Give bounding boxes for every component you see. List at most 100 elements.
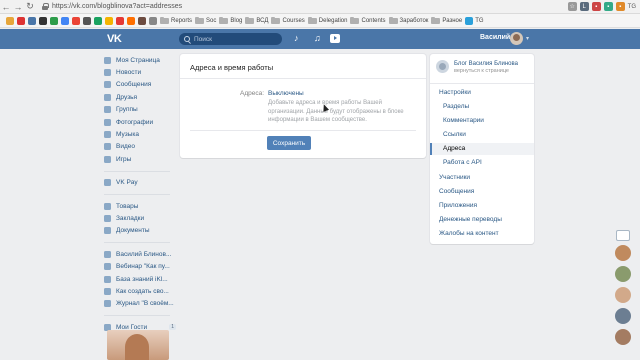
music-icon[interactable]: ♫ (314, 33, 321, 43)
left-sidebar: Моя Страница Новости Сообщения Друзья Гр… (104, 54, 176, 333)
menu-members[interactable]: Участники (439, 174, 470, 181)
chat-icon[interactable] (616, 230, 630, 241)
avatar[interactable] (615, 245, 631, 261)
message-icon (104, 81, 111, 89)
bookmark-icon[interactable] (39, 16, 47, 25)
bookmark-folder[interactable]: ВСД (245, 16, 268, 24)
menu-content-reports[interactable]: Жалобы на контент (439, 230, 499, 237)
menu-apps[interactable]: Приложения (439, 202, 477, 209)
bookmark-folder[interactable]: Reports (160, 16, 192, 24)
bookmark-icon[interactable] (6, 16, 14, 25)
avatar[interactable] (615, 308, 631, 324)
header-username[interactable]: Василий (480, 34, 510, 41)
divider (104, 193, 170, 195)
tg-extension-label[interactable]: TG (628, 4, 636, 10)
vk-logo[interactable]: VK (107, 33, 122, 45)
sidebar-item-photos[interactable]: Фотографии (104, 116, 176, 128)
bookmark-icon[interactable] (83, 16, 91, 25)
bookmark-icon[interactable] (61, 16, 69, 25)
avatar[interactable] (510, 32, 523, 45)
back-to-page-link[interactable]: вернуться к странице (454, 68, 518, 75)
menu-messages[interactable]: Сообщения (439, 188, 474, 195)
community-name[interactable]: Блог Василия Блинова (454, 60, 518, 68)
save-button[interactable]: Сохранить (267, 136, 311, 150)
sidebar-item-messages[interactable]: Сообщения (104, 79, 176, 91)
bookmark-icon[interactable] (28, 16, 36, 25)
star-icon[interactable]: ☆ (567, 2, 577, 11)
guest-photo[interactable] (107, 330, 169, 360)
groups-icon (104, 106, 111, 114)
chat-sidebar (612, 230, 634, 350)
video-icon[interactable] (330, 34, 340, 43)
sidebar-item-my-page[interactable]: Моя Страница (104, 54, 176, 66)
folder-icon (245, 16, 255, 24)
sidebar-item-goods[interactable]: Товары (104, 200, 176, 212)
sidebar-group-link[interactable]: Василий Блинов... (104, 248, 176, 260)
sidebar-item-news[interactable]: Новости (104, 66, 176, 78)
bookmark-folder[interactable]: Delegation (307, 16, 347, 24)
reload-icon[interactable]: ↻ (24, 1, 36, 13)
bookmark-folder[interactable]: Soc (195, 16, 216, 24)
sidebar-group-link[interactable]: База знаний iKl... (104, 273, 176, 285)
menu-sections[interactable]: Разделы (443, 103, 469, 110)
extension-icon[interactable]: ▪ (591, 2, 601, 11)
bookmark-folder[interactable]: Contents (350, 16, 386, 24)
bookmark-folder[interactable]: Разное (431, 16, 462, 24)
avatar[interactable] (615, 266, 631, 282)
bookmark-folder[interactable]: Courses (271, 16, 305, 24)
menu-api[interactable]: Работа с API (443, 159, 482, 166)
extension-icon[interactable]: L (579, 2, 589, 11)
search-input[interactable] (194, 35, 274, 43)
community-header[interactable]: Блог Василия Блинова вернуться к страниц… (436, 60, 518, 75)
bookmark-icon[interactable] (138, 16, 146, 25)
telegram-icon (465, 16, 474, 25)
sidebar-group-link[interactable]: Как создать сво... (104, 285, 176, 297)
address-bar[interactable]: https://vk.com/blogblinova?act=addresses (42, 1, 182, 13)
sidebar-item-groups[interactable]: Группы (104, 104, 176, 116)
bookmark-folder[interactable]: TG (465, 16, 484, 25)
sidebar-item-games[interactable]: Игры (104, 153, 176, 165)
sidebar-item-video[interactable]: Видео (104, 141, 176, 153)
sidebar-item-bookmarks[interactable]: Закладки (104, 212, 176, 224)
extension-icon[interactable]: ▪ (615, 2, 625, 11)
divider (104, 315, 170, 317)
bookmark-icon[interactable] (17, 16, 25, 25)
menu-comments[interactable]: Комментарии (443, 117, 484, 124)
menu-settings[interactable]: Настройки (439, 89, 471, 96)
bookmark-icon[interactable] (72, 16, 80, 25)
menu-money-transfers[interactable]: Денежные переводы (439, 216, 502, 223)
bookmark-icon[interactable] (149, 16, 157, 25)
vk-header: VK ♪ ♫ Василий ▾ (0, 29, 640, 49)
sidebar-item-friends[interactable]: Друзья (104, 91, 176, 103)
chevron-down-icon[interactable]: ▾ (526, 35, 529, 42)
home-icon (104, 56, 111, 64)
back-icon[interactable]: ← (0, 1, 12, 13)
bookmark-folder[interactable]: Blog (219, 16, 242, 24)
bell-icon[interactable]: ♪ (294, 33, 299, 43)
folder-icon (307, 16, 317, 24)
sidebar-item-music[interactable]: Музыка (104, 128, 176, 140)
sidebar-group-link[interactable]: Журнал "В своём... (104, 298, 176, 310)
bookmark-icon[interactable] (116, 16, 124, 25)
bookmark-icon[interactable] (50, 16, 58, 25)
sidebar-item-documents[interactable]: Документы (104, 225, 176, 237)
avatar[interactable] (615, 287, 631, 303)
bookmark-icon[interactable] (105, 16, 113, 25)
sidebar-group-link[interactable]: Вебинар "Как пу... (104, 260, 176, 272)
document-icon (104, 227, 111, 235)
bookmark-icon[interactable] (127, 16, 135, 25)
sidebar-item-vk-pay[interactable]: VK Pay (104, 177, 176, 189)
search-box[interactable] (179, 33, 282, 45)
menu-addresses[interactable]: Адреса (443, 145, 465, 152)
avatar[interactable] (615, 329, 631, 345)
bookmark-folder[interactable]: Заработок (388, 16, 428, 24)
menu-links[interactable]: Ссылки (443, 131, 466, 138)
pay-icon (104, 179, 111, 187)
addresses-description: Добавьте адреса и время работы Вашей орг… (268, 100, 404, 123)
addresses-toggle-dropdown[interactable]: Выключены (268, 90, 304, 97)
shopping-bag-icon (104, 202, 111, 210)
forward-icon[interactable]: → (12, 1, 24, 13)
bookmark-icon[interactable] (94, 16, 102, 25)
extension-icon[interactable]: ▪ (603, 2, 613, 11)
url-text[interactable]: https://vk.com/blogblinova?act=addresses (52, 3, 182, 10)
